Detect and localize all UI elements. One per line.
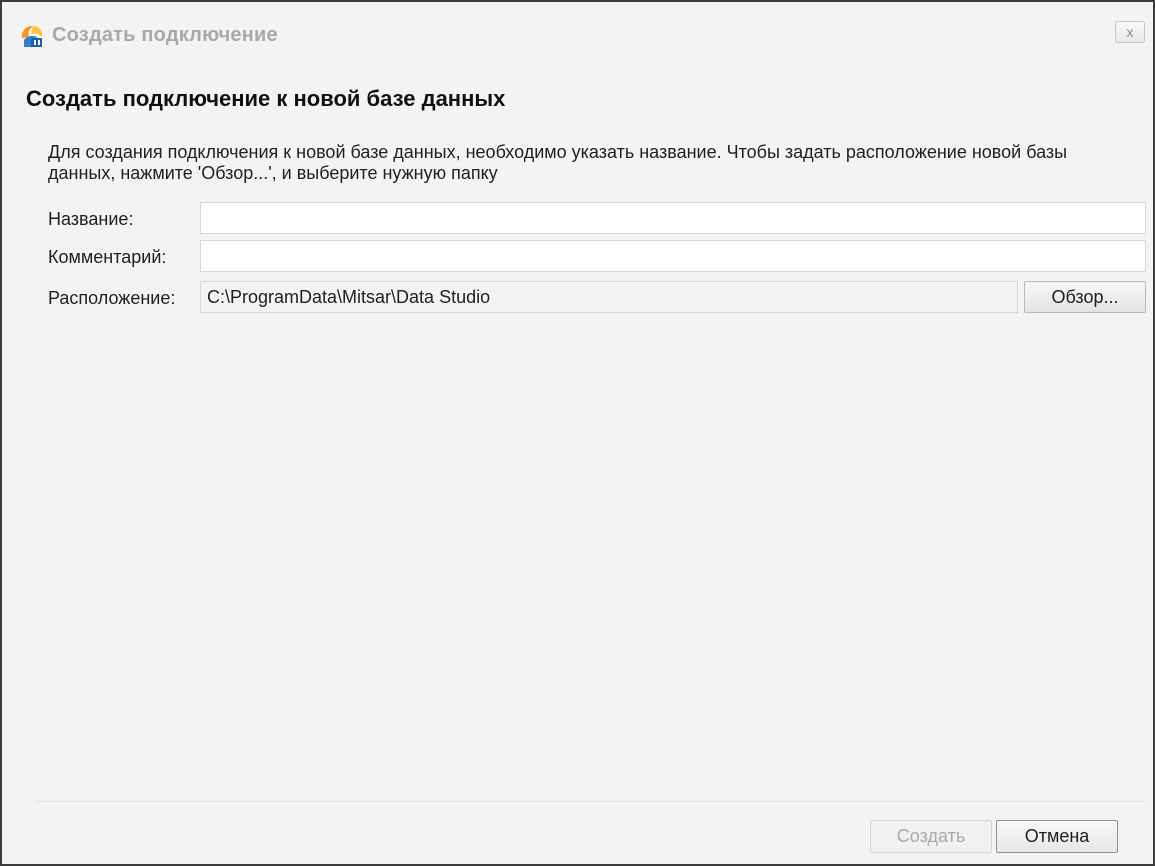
name-input[interactable] xyxy=(200,202,1146,234)
close-button[interactable]: x xyxy=(1115,21,1145,43)
name-label: Название: xyxy=(48,209,134,229)
title-bar[interactable]: Создать подключение x xyxy=(2,2,1153,68)
app-logo-icon xyxy=(21,26,43,47)
comment-row: Комментарий: xyxy=(2,240,1153,274)
footer-divider xyxy=(36,801,1146,802)
location-field[interactable]: C:\ProgramData\Mitsar\Data Studio xyxy=(200,281,1018,313)
cancel-button[interactable]: Отмена xyxy=(996,820,1118,853)
location-label: Расположение: xyxy=(48,288,176,308)
browse-button[interactable]: Обзор... xyxy=(1024,281,1146,313)
page-title: Создать подключение к новой базе данных xyxy=(26,86,506,111)
location-row: Расположение: C:\ProgramData\Mitsar\Data… xyxy=(2,281,1153,315)
create-button[interactable]: Создать xyxy=(870,820,992,853)
comment-input[interactable] xyxy=(200,240,1146,272)
name-row: Название: xyxy=(2,202,1153,236)
create-connection-dialog: Создать подключение x Создать подключени… xyxy=(0,0,1155,866)
comment-label: Комментарий: xyxy=(48,247,167,267)
window-title: Создать подключение xyxy=(52,24,278,46)
description-text: Для создания подключения к новой базе да… xyxy=(48,142,1068,183)
close-icon: x xyxy=(1126,24,1134,40)
